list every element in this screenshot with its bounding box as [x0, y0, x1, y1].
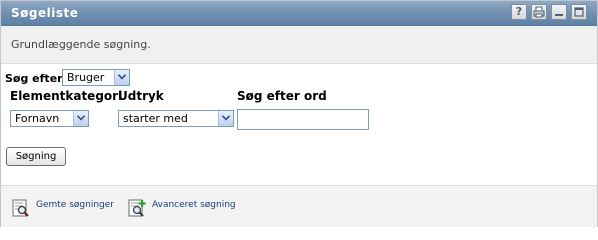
- dropdown-arrow: [218, 111, 233, 126]
- expression-header: Udtryk: [118, 89, 164, 103]
- dropdown-arrow: [73, 111, 88, 126]
- search-term-input[interactable]: [237, 109, 369, 130]
- search-description: Grundlæggende søgning.: [11, 38, 151, 51]
- help-button[interactable]: ?: [511, 4, 527, 20]
- search-list-portlet: Søgeliste ? Grundlæggende søgning. Søg e: [0, 0, 598, 227]
- saved-searches-link[interactable]: Gemte søgninger: [36, 200, 114, 210]
- maximize-button[interactable]: [571, 4, 587, 20]
- minimize-button[interactable]: [551, 4, 567, 20]
- title-bar: Søgeliste ?: [1, 1, 597, 26]
- category-value: Fornavn: [15, 112, 60, 125]
- print-icon: [533, 6, 545, 18]
- minimize-icon: [555, 14, 563, 16]
- chevron-down-icon: [77, 115, 85, 121]
- search-button[interactable]: Søgning: [6, 147, 66, 166]
- maximize-icon: [574, 7, 584, 17]
- chevron-down-icon: [222, 115, 230, 121]
- search-for-label: Søg efter:: [5, 72, 67, 85]
- search-for-select[interactable]: Bruger: [62, 69, 130, 86]
- expression-value: starter med: [123, 112, 188, 125]
- description-area: Grundlæggende søgning.: [1, 26, 597, 64]
- advanced-search-link[interactable]: Avanceret søgning: [152, 200, 236, 210]
- search-term-header: Søg efter ord: [237, 89, 327, 103]
- advanced-search-icon: [128, 199, 146, 217]
- search-for-value: Bruger: [67, 71, 105, 84]
- dropdown-arrow: [114, 70, 129, 85]
- print-button[interactable]: [531, 4, 547, 20]
- expression-select[interactable]: starter med: [118, 110, 234, 127]
- saved-searches-icon: [12, 199, 29, 217]
- help-icon: ?: [515, 5, 523, 18]
- footer-links: Gemte søgninger Avanceret søgning: [1, 185, 597, 227]
- category-select[interactable]: Fornavn: [10, 110, 89, 127]
- category-header: Elementkategori: [10, 89, 123, 103]
- chevron-down-icon: [118, 74, 126, 80]
- portlet-title: Søgeliste: [11, 6, 79, 20]
